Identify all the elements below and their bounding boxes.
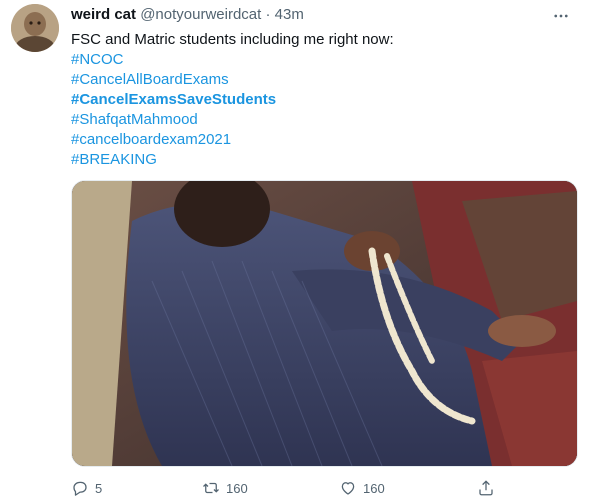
- hashtag-link[interactable]: #ShafqatMahmood: [71, 110, 571, 130]
- avatar[interactable]: [11, 4, 59, 52]
- tweet-header: weird cat @notyourweirdcat · 43m: [71, 5, 569, 25]
- more-options-button[interactable]: [551, 6, 571, 26]
- hashtag-link[interactable]: #CancelExamsSaveStudents: [71, 90, 571, 110]
- author-name[interactable]: weird cat: [71, 6, 136, 23]
- tweet-timestamp[interactable]: 43m: [275, 6, 304, 23]
- hashtag-link[interactable]: #CancelAllBoardExams: [71, 70, 571, 90]
- retweet-icon: [203, 482, 219, 494]
- like-button[interactable]: 160: [339, 476, 385, 500]
- share-icon: [479, 480, 493, 496]
- hashtag-link[interactable]: #BREAKING: [71, 150, 571, 170]
- hashtag-link[interactable]: #NCOC: [71, 50, 571, 70]
- more-icon: [554, 14, 568, 18]
- header-separator: ·: [265, 6, 271, 23]
- media-image: [72, 181, 577, 466]
- tweet-actions: 5 160 160: [71, 476, 571, 500]
- tweet-media[interactable]: [71, 180, 578, 467]
- retweet-button[interactable]: 160: [202, 476, 248, 500]
- tweet-text: FSC and Matric students including me rig…: [71, 30, 571, 170]
- author-handle[interactable]: @notyourweirdcat: [140, 6, 261, 23]
- share-button[interactable]: [477, 476, 495, 500]
- retweet-count: 160: [226, 480, 248, 496]
- hashtag-link[interactable]: #cancelboardexam2021: [71, 130, 571, 150]
- avatar-image: [11, 4, 59, 52]
- reply-button[interactable]: 5: [71, 476, 102, 500]
- tweet-text-line: FSC and Matric students including me rig…: [71, 31, 394, 48]
- reply-icon: [73, 481, 87, 496]
- reply-count: 5: [95, 480, 103, 496]
- heart-icon: [341, 482, 355, 495]
- like-count: 160: [363, 480, 385, 496]
